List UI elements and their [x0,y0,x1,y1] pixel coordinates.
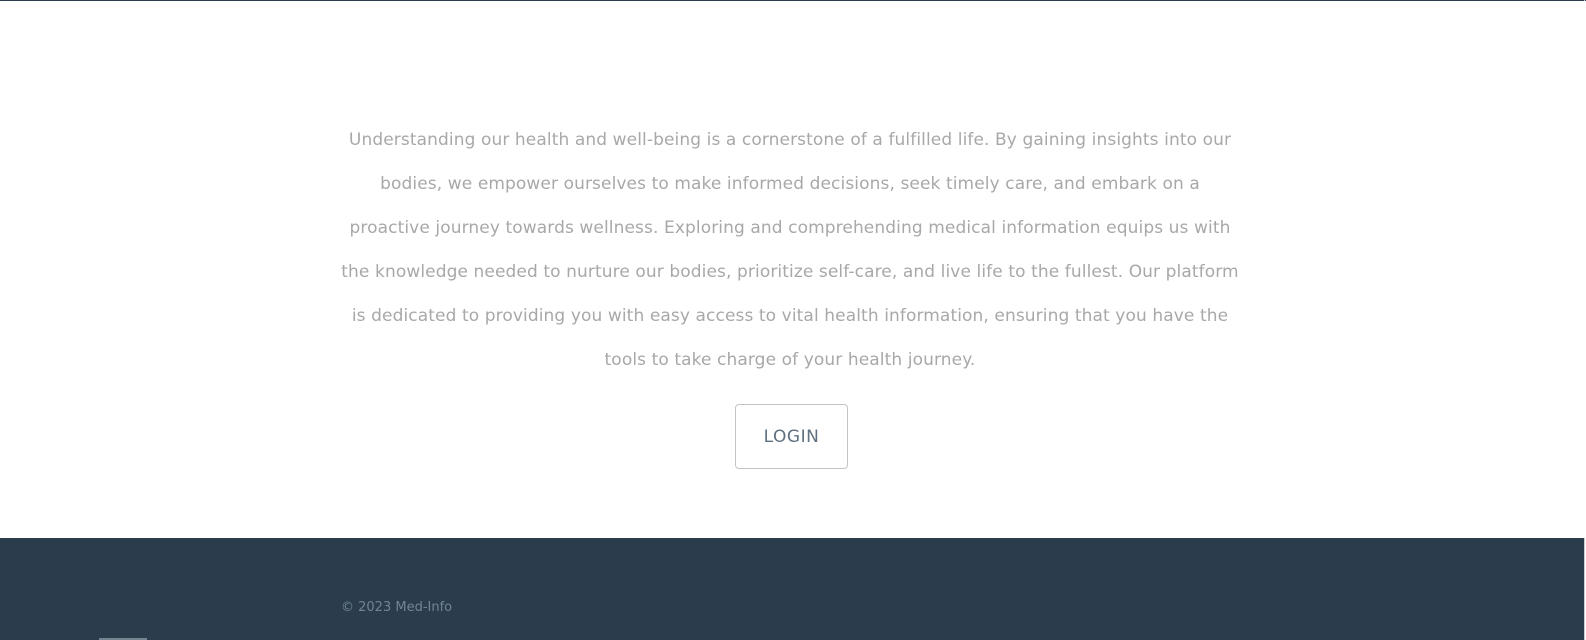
page: Understanding our health and well-being … [0,0,1586,640]
login-button[interactable]: LOGIN [735,404,848,469]
footer-top-line [312,536,1272,538]
intro-paragraph: Understanding our health and well-being … [341,130,1239,370]
footer: © 2023 Med-Info [0,536,1584,640]
copyright-text: © 2023 Med-Info [341,600,453,615]
main-content: Understanding our health and well-being … [0,1,1586,538]
